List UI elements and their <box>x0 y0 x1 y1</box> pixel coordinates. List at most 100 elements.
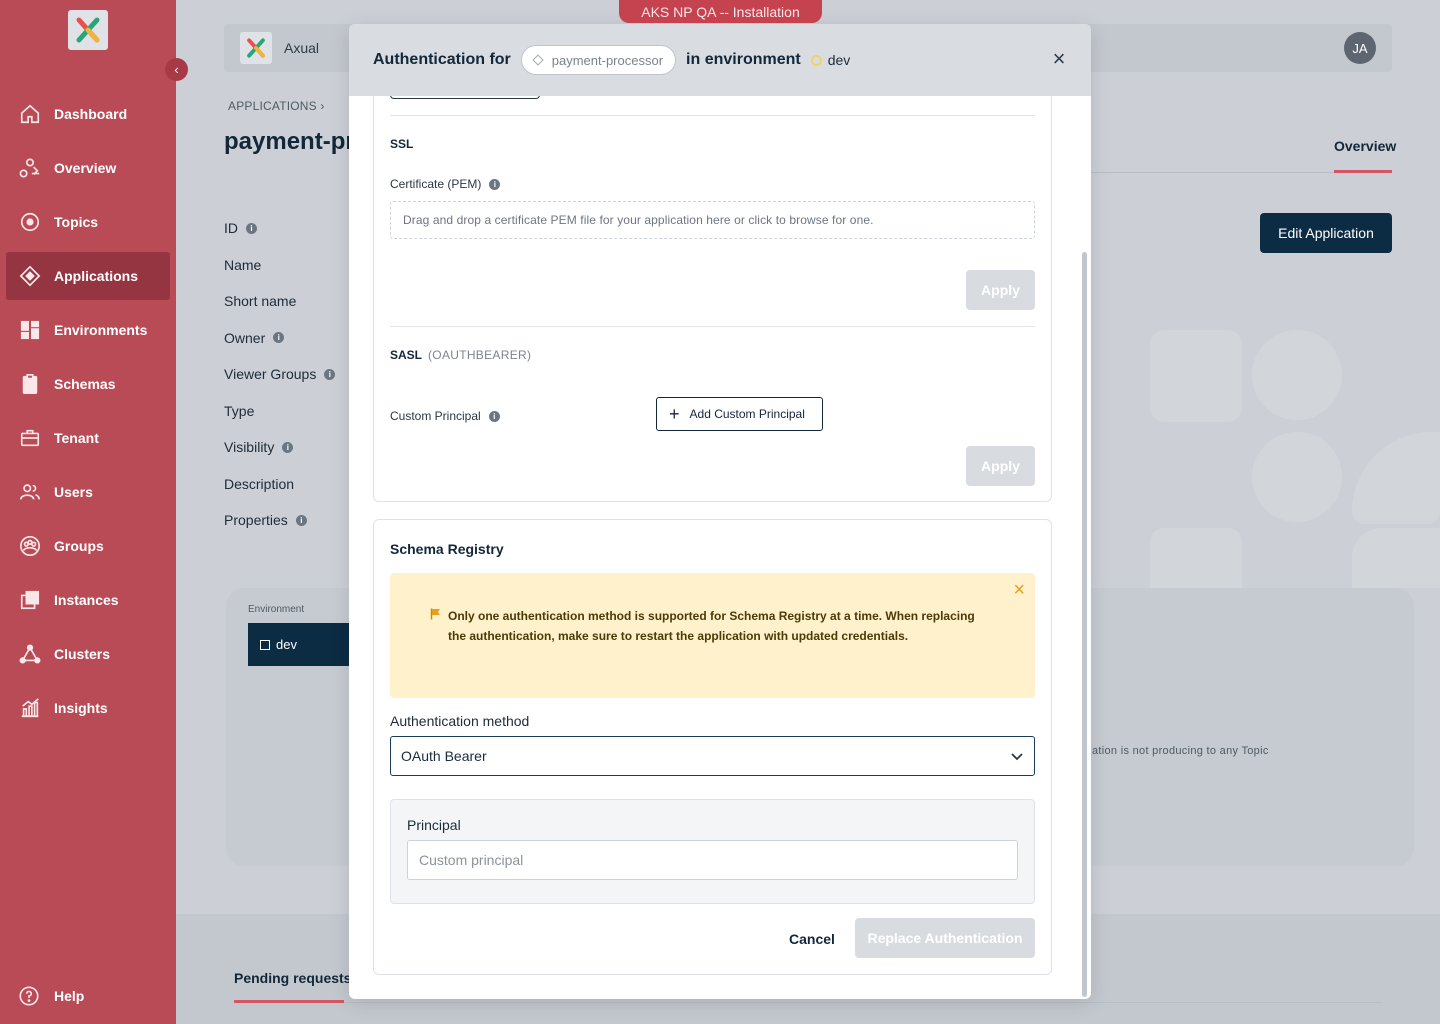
sidebar-item-overview[interactable]: Overview <box>6 144 170 192</box>
field-label: Short name <box>224 293 297 310</box>
sidebar-item-label: Clusters <box>54 646 111 662</box>
tab-pending-requests[interactable]: Pending requests <box>234 970 351 986</box>
breadcrumb[interactable]: APPLICATIONS › <box>228 99 325 113</box>
application-fields: ID i Name Short name Owner i Viewer Groups… <box>224 210 336 539</box>
environments-icon <box>18 318 42 342</box>
info-icon[interactable]: i <box>489 178 501 190</box>
info-icon[interactable]: i <box>282 441 294 453</box>
sidebar-item-groups[interactable]: Groups <box>6 522 170 570</box>
add-custom-principal-label: Add Custom Principal <box>689 407 805 421</box>
environment-label: Environment <box>248 604 305 615</box>
sidebar-item-label: Environments <box>54 322 148 338</box>
tab-divider <box>344 1002 1382 1003</box>
sidebar-item-insights[interactable]: Insights <box>6 684 170 732</box>
field-type: Type <box>224 393 335 430</box>
certificate-label: Certificate (PEM) i <box>390 177 501 191</box>
field-visibility: Visibility i <box>224 429 335 466</box>
sasl-mechanism: (OAUTHBEARER) <box>428 348 532 362</box>
scrollbar-thumb[interactable] <box>1082 252 1087 997</box>
sidebar-item-applications[interactable]: Applications <box>6 252 170 300</box>
field-label: ID <box>224 220 238 237</box>
info-icon[interactable]: i <box>324 368 336 380</box>
field-description: Description <box>224 466 335 503</box>
field-owner: Owner i <box>224 320 335 357</box>
environment-name: dev <box>276 637 297 652</box>
divider <box>390 115 1035 116</box>
sidebar-item-label: Applications <box>54 268 139 284</box>
sasl-apply-button[interactable]: Apply <box>966 446 1035 486</box>
installation-banner: AKS NP QA -- Installation <box>619 0 822 23</box>
field-label: Owner <box>224 329 266 346</box>
environment-name: dev <box>827 52 851 68</box>
application-chip: payment-processor <box>520 45 677 75</box>
custom-principal-label: Custom Principal i <box>390 409 500 423</box>
custom-principal-label-text: Custom Principal <box>390 409 481 423</box>
not-producing-text: ation is not producing to any Topic <box>1092 745 1269 757</box>
replace-authentication-button[interactable]: Replace Authentication <box>855 918 1035 958</box>
environment-dot-icon <box>810 54 822 66</box>
sasl-title-text: SASL <box>390 348 423 362</box>
principal-input[interactable] <box>407 840 1018 880</box>
chevron-right-icon: › <box>320 99 325 113</box>
axual-logo[interactable] <box>68 10 108 50</box>
tab-active-indicator <box>234 1000 344 1003</box>
sidebar-item-tenant[interactable]: Tenant <box>6 414 170 462</box>
info-icon[interactable]: i <box>246 222 257 234</box>
info-icon[interactable]: i <box>488 410 500 422</box>
tenant-icon <box>18 426 42 450</box>
sidebar-item-label: Tenant <box>54 430 99 446</box>
tab-overview[interactable]: Overview <box>1334 138 1396 154</box>
avatar[interactable]: JA <box>1344 32 1376 64</box>
tab-active-indicator <box>1334 170 1392 173</box>
sidebar-item-instances[interactable]: Instances <box>6 576 170 624</box>
sidebar-item-dashboard[interactable]: Dashboard <box>6 90 170 138</box>
sidebar-item-help[interactable]: Help <box>18 985 84 1007</box>
edit-application-button[interactable]: Edit Application <box>1260 213 1392 253</box>
field-name: Name <box>224 247 335 284</box>
close-icon[interactable]: × <box>1049 48 1069 70</box>
overview-icon <box>18 156 42 180</box>
add-custom-principal-button[interactable]: + Add Custom Principal <box>656 397 823 431</box>
cancel-button[interactable]: Cancel <box>778 920 846 958</box>
page-title: payment-processor <box>224 128 349 155</box>
sidebar-collapse-button[interactable]: ‹ <box>165 58 188 81</box>
info-icon[interactable]: i <box>273 332 285 344</box>
users-icon <box>18 480 42 504</box>
schema-registry-card: Schema Registry Only one authentication … <box>373 519 1052 975</box>
authentication-method-select[interactable]: OAuth Bearer <box>390 736 1035 776</box>
sidebar: ‹ Dashboard Overview Topics Applications… <box>0 0 188 1024</box>
warning-text: Only one authentication method is suppor… <box>448 609 975 643</box>
sidebar-item-clusters[interactable]: Clusters <box>6 630 170 678</box>
ssl-apply-button[interactable]: Apply <box>966 270 1035 310</box>
sidebar-item-users[interactable]: Users <box>6 468 170 516</box>
close-icon[interactable]: × <box>1013 579 1025 602</box>
authentication-modal: Authentication for payment-processor in … <box>349 24 1091 999</box>
topics-icon <box>18 210 42 234</box>
breadcrumb-applications[interactable]: APPLICATIONS <box>228 99 317 113</box>
decorative-shape <box>1150 528 1242 588</box>
certificate-dropzone[interactable]: Drag and drop a certificate PEM file for… <box>390 201 1035 239</box>
sidebar-item-schemas[interactable]: Schemas <box>6 360 170 408</box>
field-label: Viewer Groups <box>224 366 317 383</box>
environment-icon <box>260 639 270 650</box>
axual-logo[interactable] <box>240 32 272 64</box>
kafka-authentication-card: SSL Certificate (PEM) i Drag and drop a c… <box>373 64 1052 502</box>
application-icon <box>532 54 544 66</box>
sidebar-item-label: Users <box>54 484 93 500</box>
info-icon[interactable]: i <box>295 514 307 526</box>
field-label: Name <box>224 256 262 273</box>
sidebar-nav: Dashboard Overview Topics Applications E… <box>6 90 170 738</box>
field-label: Description <box>224 475 295 492</box>
sidebar-item-label: Insights <box>54 700 108 716</box>
decorative-shape <box>1352 432 1440 524</box>
sidebar-item-label: Dashboard <box>54 106 128 122</box>
sidebar-item-topics[interactable]: Topics <box>6 198 170 246</box>
plus-icon: + <box>669 404 680 424</box>
sidebar-item-label: Groups <box>54 538 104 554</box>
warning-banner: Only one authentication method is suppor… <box>390 573 1035 698</box>
environment-tab-dev[interactable]: dev <box>248 623 349 666</box>
principal-label: Principal <box>407 817 461 833</box>
sidebar-item-environments[interactable]: Environments <box>6 306 170 354</box>
field-label: Visibility <box>224 439 275 456</box>
field-id: ID i <box>224 210 335 247</box>
